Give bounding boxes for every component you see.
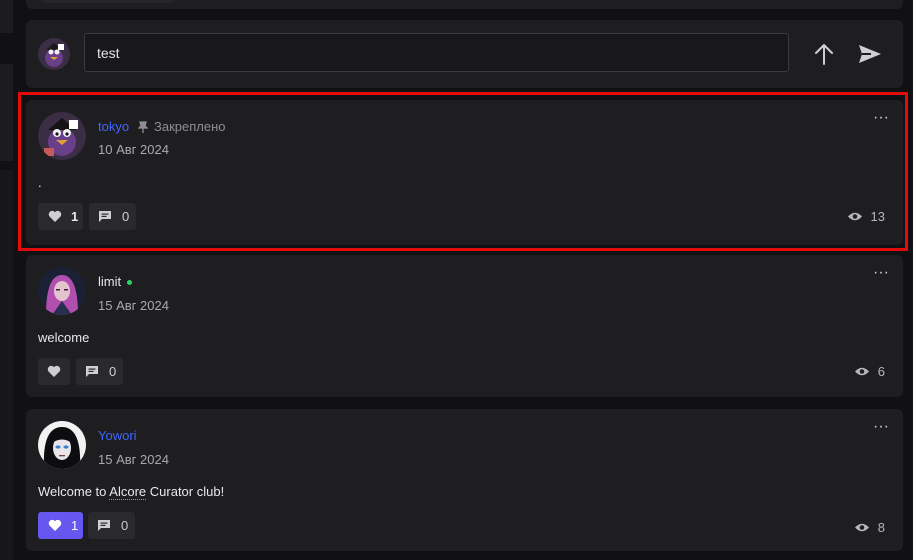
views-counter: 8 xyxy=(854,520,885,535)
heart-icon xyxy=(48,519,62,531)
like-button[interactable] xyxy=(38,358,70,385)
post-body-suffix: Curator club! xyxy=(146,484,225,499)
author-name[interactable]: limit xyxy=(98,274,121,289)
post-body-prefix: Welcome to xyxy=(38,484,110,499)
views-count: 8 xyxy=(877,520,885,535)
online-status-dot xyxy=(127,280,132,285)
post-date: 15 Авг 2024 xyxy=(98,452,169,467)
eye-icon xyxy=(854,367,869,376)
post-card-yowori: Yowori 15 Авг 2024 ··· Welcome to Alcore… xyxy=(26,409,903,551)
arrow-up-icon[interactable] xyxy=(811,42,837,66)
heart-icon xyxy=(47,365,61,377)
more-options-icon[interactable]: ··· xyxy=(873,419,889,435)
post-card-limit: limit 15 Авг 2024 ··· welcome 0 6 xyxy=(26,255,903,397)
user-avatar[interactable] xyxy=(38,38,70,70)
comment-count: 0 xyxy=(121,518,129,533)
highlight-box xyxy=(18,92,908,251)
post-body: Welcome to Alcore Curator club! xyxy=(38,484,225,500)
left-panel-top xyxy=(0,0,13,33)
comment-button[interactable]: 0 xyxy=(88,512,135,539)
author-avatar[interactable] xyxy=(38,421,86,469)
eye-icon xyxy=(854,523,869,532)
comment-count: 0 xyxy=(109,364,117,379)
comment-icon xyxy=(98,520,110,531)
like-count: 1 xyxy=(71,518,79,533)
views-counter: 6 xyxy=(854,364,885,379)
author-avatar[interactable] xyxy=(38,267,86,315)
left-panel-bottom xyxy=(0,170,13,560)
author-name[interactable]: Yowori xyxy=(98,428,137,443)
like-button[interactable]: 1 xyxy=(38,512,83,539)
previous-card-pill xyxy=(40,0,176,3)
post-composer: test xyxy=(26,20,903,88)
comment-icon xyxy=(86,366,98,377)
comment-button[interactable]: 0 xyxy=(76,358,123,385)
post-body: welcome xyxy=(38,330,90,345)
post-date: 15 Авг 2024 xyxy=(98,298,169,313)
views-count: 6 xyxy=(877,364,885,379)
more-options-icon[interactable]: ··· xyxy=(873,265,889,281)
post-body-link[interactable]: Alcore xyxy=(109,484,147,500)
post-input[interactable]: test xyxy=(84,33,789,72)
send-icon[interactable] xyxy=(856,42,884,66)
left-panel-middle xyxy=(0,64,13,161)
